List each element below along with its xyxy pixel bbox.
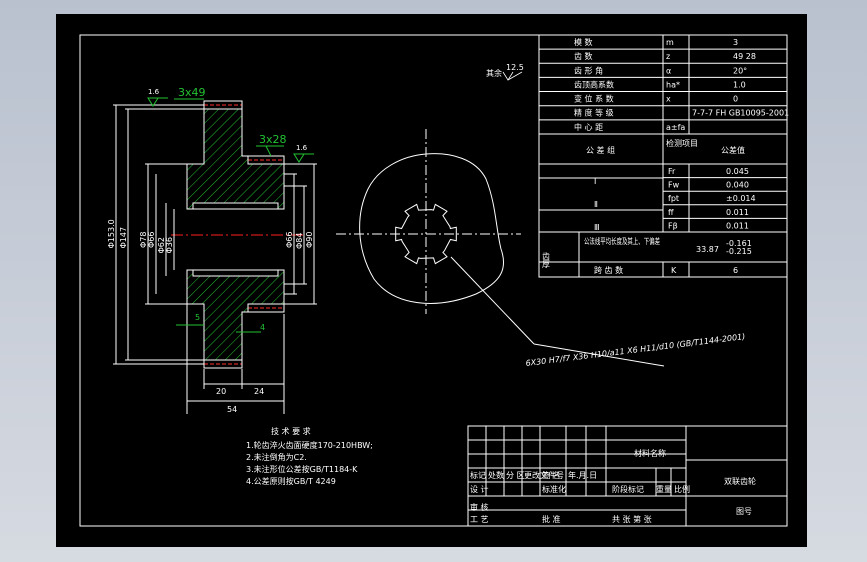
param-symbol: m <box>666 38 674 47</box>
diameter-dimension: Φ147 <box>119 227 128 249</box>
titleblock-cell: 分 区 <box>506 471 525 480</box>
diameter-dimension: Φ153.0 <box>107 219 116 248</box>
param-value: 0 <box>733 95 738 104</box>
end-view-break-outline <box>359 153 505 304</box>
diameter-dimension: Φ84 <box>295 233 304 249</box>
span-value: 6 <box>733 266 738 275</box>
tol-value: ±0.014 <box>726 194 756 203</box>
tol-symbol: Fw <box>668 181 680 190</box>
tol-symbol: ff <box>668 208 674 217</box>
diameter-dimension: Φ66 <box>147 232 156 248</box>
diameter-dimension: Φ36 <box>165 237 174 253</box>
tech-item-1: 1.轮齿淬火齿面硬度170-210HBW; <box>246 440 373 450</box>
diameter-dimension: Φ66 <box>285 232 294 248</box>
tooth-label: 齿厚 <box>542 252 551 269</box>
param-name: 齿 形 角 <box>574 65 603 75</box>
spline-note: 6X30 H7/f7 X36 H10/a11 X6 H11/d10 (GB/T1… <box>525 332 746 368</box>
param-symbol: x <box>666 95 671 104</box>
param-value: 1.0 <box>733 80 746 89</box>
dim-width-20: 20 <box>216 387 226 396</box>
titleblock-cell: 共 张 第 张 <box>612 514 652 524</box>
gear-end-view: 6X30 H7/f7 X36 H10/a11 X6 H11/d10 (GB/T1… <box>336 63 746 368</box>
param-name: 齿顶高系数 <box>574 79 614 89</box>
param-symbol: ha* <box>666 80 680 89</box>
titleblock-cell: 标准化 <box>542 484 566 494</box>
param-value: 49 28 <box>733 52 756 61</box>
gear-section-view: Φ153.0 Φ147 Φ78 Φ66 Φ62 Φ36 Φ66 Φ84 Φ90 20 24 54… <box>107 86 317 414</box>
dim-width-5: 5 <box>195 313 200 322</box>
param-symbol: z <box>666 52 670 61</box>
chamfer-note-2: 3x28 <box>259 133 287 146</box>
tol-group-label: 公 差 组 <box>586 145 615 155</box>
section-upper-hatch <box>186 108 285 210</box>
param-value: 7-7-7 FH GB10095-2001 <box>692 109 789 118</box>
titleblock-cell: 处数 <box>488 470 504 480</box>
dim-width-24: 24 <box>254 387 264 396</box>
check-item-label: 检测项目 <box>666 138 698 148</box>
chamfer-note-1: 3x49 <box>178 86 206 99</box>
tol-symbol: fpt <box>668 194 679 203</box>
titleblock-cell: 重量 <box>656 484 672 494</box>
drawing-number-label: 图号 <box>736 507 752 516</box>
param-symbol: α <box>666 66 671 75</box>
titleblock-cell: 比例 <box>674 484 690 494</box>
tol-group-3: Ⅲ <box>594 223 600 232</box>
titleblock-cell: 审 核 <box>470 502 489 512</box>
titleblock-cell: 年.月.日 <box>568 470 597 480</box>
titleblock-cell: 签 名 <box>542 470 561 480</box>
parameter-table: 模 数 m 3 齿 数 z 49 28 齿 形 角 α 20° 齿顶高系数 ha* 1.0 变 位 系 … <box>538 34 789 278</box>
roughness-2: 1.6 <box>296 144 308 152</box>
title-block: 材料名称 双联齿轮 图号 标记 处数分 区更改文件号签 名年.月.日设 计标准化阶… <box>467 425 788 527</box>
tol-symbol: Fβ <box>668 221 678 230</box>
titleblock-cell: 阶段标记 <box>612 484 644 494</box>
span-label: 跨 齿 数 <box>594 265 623 275</box>
cad-viewport: 模 数 m 3 齿 数 z 49 28 齿 形 角 α 20° 齿顶高系数 ha* 1.0 变 位 系 … <box>0 0 867 562</box>
tooth-desc: 公法线平均长度及其上、下偏差 <box>584 236 660 246</box>
drawing-canvas: 模 数 m 3 齿 数 z 49 28 齿 形 角 α 20° 齿顶高系数 ha* 1.0 变 位 系 … <box>79 34 789 527</box>
technical-requirements: 技 术 要 求 1.轮齿淬火齿面硬度170-210HBW; 2.未注倒角为C2.… <box>246 426 373 486</box>
param-value: 3 <box>733 38 738 47</box>
param-name: 精 度 等 级 <box>574 108 614 118</box>
tol-value: 0.045 <box>726 167 749 176</box>
drawing-sheet: 模 数 m 3 齿 数 z 49 28 齿 形 角 α 20° 齿顶高系数 ha* 1.0 变 位 系 … <box>56 14 807 547</box>
titleblock-cell: 工 艺 <box>470 515 489 524</box>
param-name: 模 数 <box>574 37 593 47</box>
dim-width-4: 4 <box>260 323 265 332</box>
tooth-value: 33.87 <box>696 245 719 254</box>
param-symbol: a±fa <box>666 123 685 132</box>
roughness-1: 1.6 <box>148 88 160 96</box>
titleblock-cell: 标记 <box>470 470 486 480</box>
tol-value: 0.011 <box>726 208 749 217</box>
tech-item-3: 3.未注形位公差按GB/T1184-K <box>246 464 358 474</box>
tol-value: 0.040 <box>726 181 749 190</box>
material-name: 材料名称 <box>634 448 666 458</box>
param-name: 变 位 系 数 <box>574 94 614 104</box>
roughness-rest-label: 其余 <box>486 68 502 78</box>
titleblock-cell: 批 准 <box>542 514 561 524</box>
tol-symbol: Fr <box>668 167 676 176</box>
roughness-rest-value: 12.5 <box>506 63 524 72</box>
tech-item-4: 4.公差原则按GB/T 4249 <box>246 476 336 486</box>
tooth-tol-lower: -0.215 <box>726 247 752 256</box>
part-name: 双联齿轮 <box>724 476 756 486</box>
param-name: 中 心 距 <box>574 122 603 132</box>
tech-item-2: 2.未注倒角为C2. <box>246 452 307 462</box>
tol-group-2: Ⅱ <box>594 200 598 209</box>
titleblock-cell: 设 计 <box>470 484 489 494</box>
section-lower-hatch <box>186 269 285 361</box>
dim-width-54: 54 <box>227 405 237 414</box>
diameter-dimension: Φ90 <box>305 232 314 248</box>
span-symbol: K <box>671 266 677 275</box>
tech-title: 技 术 要 求 <box>271 426 311 436</box>
param-value: 20° <box>733 66 747 75</box>
tol-value-label: 公差值 <box>721 145 745 155</box>
param-name: 齿 数 <box>574 51 593 61</box>
tol-value: 0.011 <box>726 221 749 230</box>
